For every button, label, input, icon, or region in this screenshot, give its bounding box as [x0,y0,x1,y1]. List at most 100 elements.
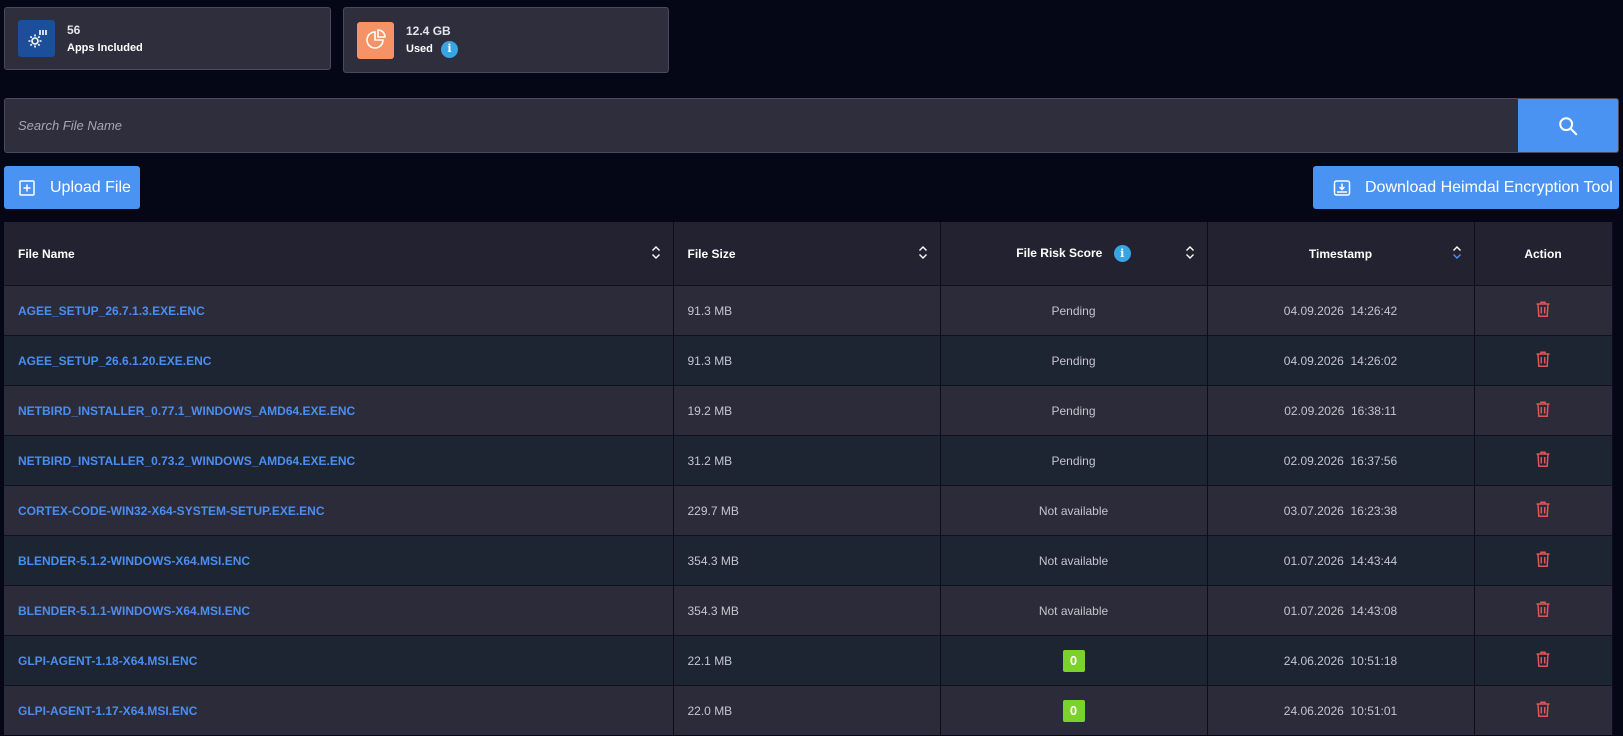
risk-score-cell: 0 [940,635,1208,686]
file-size: 91.3 MB [673,285,941,336]
file-size: 354.3 MB [673,535,941,586]
sort-icon[interactable] [651,244,661,263]
risk-score-cell: Not available [940,585,1208,636]
table-row: BLENDER-5.1.2-WINDOWS-X64.MSI.ENC 354.3 M… [4,535,1613,586]
table-row: BLENDER-5.1.1-WINDOWS-X64.MSI.ENC 354.3 M… [4,585,1613,636]
file-size: 229.7 MB [673,485,941,536]
file-name-link[interactable]: NETBIRD_INSTALLER_0.77.1_WINDOWS_AMD64.E… [4,385,674,436]
search-bar [4,98,1619,153]
column-risk-score[interactable]: File Risk Score i [940,222,1208,286]
file-size: 22.0 MB [673,685,941,735]
sort-icon[interactable] [918,244,928,263]
download-encryption-tool-button[interactable]: Download Heimdal Encryption Tool [1313,166,1619,209]
table-row: AGEE_SETUP_26.6.1.20.EXE.ENC 91.3 MB Pendi… [4,335,1613,386]
risk-score-text: Not available [1038,553,1109,568]
action-cell [1474,685,1613,735]
delete-icon[interactable] [1535,500,1551,518]
delete-icon[interactable] [1535,400,1551,418]
file-name-link[interactable]: AGEE_SETUP_26.6.1.20.EXE.ENC [4,335,674,386]
risk-score-text: Pending [1051,353,1096,368]
file-name-link[interactable]: BLENDER-5.1.1-WINDOWS-X64.MSI.ENC [4,585,674,636]
apps-included-card: 56 Apps Included [4,7,331,70]
risk-score-badge: 0 [1062,699,1085,722]
risk-score-cell: Pending [940,335,1208,386]
file-name-link[interactable]: GLPI-AGENT-1.18-X64.MSI.ENC [4,635,674,686]
file-name-link[interactable]: NETBIRD_INSTALLER_0.73.2_WINDOWS_AMD64.E… [4,435,674,486]
risk-score-text: Pending [1051,453,1096,468]
search-button[interactable] [1518,99,1618,152]
file-size: 22.1 MB [673,635,941,686]
timestamp: 04.09.2026 14:26:42 [1207,285,1475,336]
delete-icon[interactable] [1535,700,1551,718]
risk-score-badge: 0 [1062,649,1085,672]
timestamp: 02.09.2026 16:37:56 [1207,435,1475,486]
apps-label: Apps Included [67,41,143,54]
risk-score-cell: Not available [940,485,1208,536]
risk-score-cell: Pending [940,285,1208,336]
delete-icon[interactable] [1535,300,1551,318]
action-cell [1474,335,1613,386]
timestamp: 01.07.2026 14:43:44 [1207,535,1475,586]
table-row: GLPI-AGENT-1.17-X64.MSI.ENC 22.0 MB 0 24.06… [4,685,1613,735]
search-icon [1559,116,1578,135]
table-body: AGEE_SETUP_26.7.1.3.EXE.ENC 91.3 MB Pendin… [4,285,1613,735]
action-cell [1474,535,1613,586]
table-header-row: File Name File Size File Risk Score i Ti… [4,222,1613,286]
file-name-link[interactable]: CORTEX-CODE-WIN32-X64-SYSTEM-SETUP.EXE.E… [4,485,674,536]
timestamp: 01.07.2026 14:43:08 [1207,585,1475,636]
risk-score-text: Not available [1038,603,1109,618]
upload-file-button[interactable]: Upload File [4,166,140,209]
gear-icon [18,20,55,57]
column-file-name[interactable]: File Name [4,222,674,286]
table-row: GLPI-AGENT-1.18-X64.MSI.ENC 22.1 MB 0 24.06… [4,635,1613,686]
pie-chart-icon [357,21,394,59]
timestamp: 04.09.2026 14:26:02 [1207,335,1475,386]
risk-score-cell: Pending [940,385,1208,436]
delete-icon[interactable] [1535,550,1551,568]
plus-square-icon [18,179,36,197]
info-icon[interactable]: i [1113,245,1131,262]
timestamp: 24.06.2026 10:51:01 [1207,685,1475,735]
delete-icon[interactable] [1535,650,1551,668]
delete-icon[interactable] [1535,350,1551,368]
file-size: 354.3 MB [673,585,941,636]
file-size: 19.2 MB [673,385,941,436]
storage-value: 12.4 GB [406,23,451,38]
action-cell [1474,385,1613,436]
timestamp: 03.07.2026 16:23:38 [1207,485,1475,536]
search-input[interactable] [5,99,1518,152]
sort-icon[interactable] [1185,244,1195,263]
info-icon[interactable]: i [440,40,458,58]
action-cell [1474,485,1613,536]
risk-score-cell: 0 [940,685,1208,735]
delete-icon[interactable] [1535,600,1551,618]
risk-score-text: Pending [1051,403,1096,418]
action-cell [1474,635,1613,686]
table-row: NETBIRD_INSTALLER_0.77.1_WINDOWS_AMD64.E… [4,385,1613,436]
table-row: CORTEX-CODE-WIN32-X64-SYSTEM-SETUP.EXE.E… [4,485,1613,536]
file-name-link[interactable]: BLENDER-5.1.2-WINDOWS-X64.MSI.ENC [4,535,674,586]
column-file-size[interactable]: File Size [673,222,941,286]
timestamp: 02.09.2026 16:38:11 [1207,385,1475,436]
download-drive-icon [1333,179,1351,197]
sort-desc-icon[interactable] [1452,244,1462,263]
column-timestamp[interactable]: Timestamp [1207,222,1475,286]
storage-used-card: 12.4 GB Used i [343,7,669,73]
risk-score-text: Not available [1038,503,1109,518]
action-cell [1474,435,1613,486]
delete-icon[interactable] [1535,450,1551,468]
risk-score-cell: Not available [940,535,1208,586]
upload-file-label: Upload File [50,178,131,196]
file-size: 31.2 MB [673,435,941,486]
storage-label: Used [406,43,433,55]
apps-count: 56 [67,22,81,37]
risk-score-cell: Pending [940,435,1208,486]
file-size: 91.3 MB [673,335,941,386]
timestamp: 24.06.2026 10:51:18 [1207,635,1475,686]
download-encryption-tool-label: Download Heimdal Encryption Tool [1365,178,1613,196]
action-cell [1474,585,1613,636]
file-name-link[interactable]: GLPI-AGENT-1.17-X64.MSI.ENC [4,685,674,735]
files-table: File Name File Size File Risk Score i Ti… [4,222,1619,735]
column-action: Action [1474,222,1613,286]
file-name-link[interactable]: AGEE_SETUP_26.7.1.3.EXE.ENC [4,285,674,336]
